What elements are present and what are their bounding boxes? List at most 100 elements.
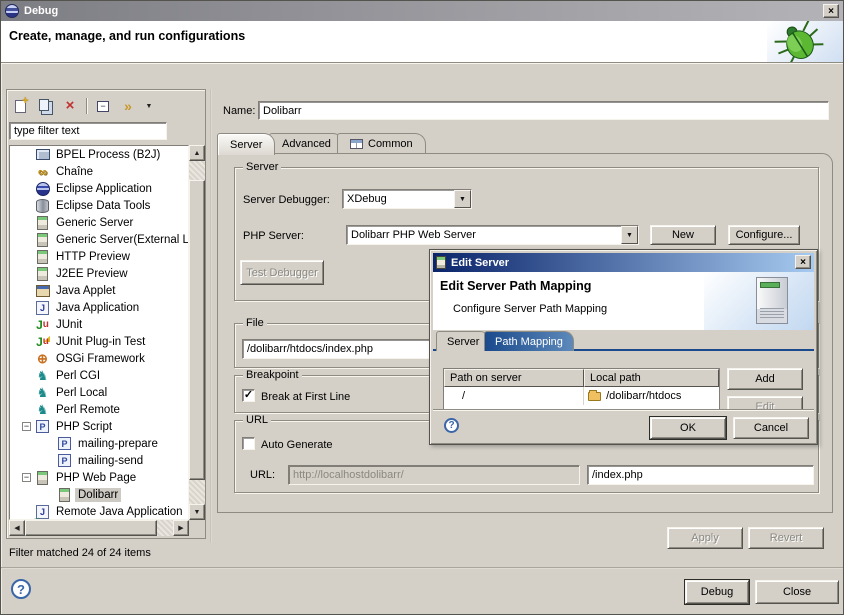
tab-server-label: Server — [230, 139, 262, 151]
chevron-down-icon[interactable] — [454, 190, 471, 208]
edit-server-tabrow: Server Path Mapping — [433, 331, 814, 351]
debug-button[interactable]: Debug — [685, 580, 749, 604]
apply-button[interactable]: Apply — [667, 527, 743, 549]
duplicate-config-button[interactable] — [36, 97, 54, 115]
tree-item[interactable]: Java Application — [10, 299, 188, 316]
local-path-column-header[interactable]: Local path — [584, 369, 719, 387]
tree-scroll-left-button[interactable]: ◀ — [9, 520, 25, 536]
tree-scroll-right-button[interactable]: ▶ — [173, 520, 189, 536]
dialog-help-button[interactable]: ? — [444, 418, 459, 433]
server-debugger-select[interactable]: XDebug — [342, 189, 472, 209]
tree-item-icon — [57, 437, 72, 451]
dialog-tab-path-mapping[interactable]: Path Mapping — [484, 331, 574, 351]
cancel-button[interactable]: Cancel — [733, 417, 809, 439]
tree-scroll-up-button[interactable]: ▲ — [189, 145, 205, 161]
tree-item[interactable]: mailing-send — [10, 452, 188, 469]
tab-common-label: Common — [368, 138, 413, 150]
new-config-button[interactable] — [11, 97, 29, 115]
tree-item[interactable]: Perl Remote — [10, 401, 188, 418]
tree-item-label: JUnit — [53, 318, 85, 332]
tree-item-icon — [35, 335, 50, 349]
filter-configs-button[interactable]: » — [119, 97, 137, 115]
delete-config-button[interactable]: × — [61, 97, 79, 115]
chevron-down-icon[interactable] — [621, 226, 638, 244]
revert-button[interactable]: Revert — [748, 527, 824, 549]
edit-mapping-button[interactable]: Edit — [727, 396, 803, 409]
auto-generate-checkbox[interactable] — [242, 437, 255, 450]
tree-item-icon — [57, 488, 72, 502]
filter-status-text: Filter matched 24 of 24 items — [9, 547, 151, 559]
tree-item[interactable]: Generic Server — [10, 214, 188, 231]
toolbar-separator — [86, 98, 87, 114]
config-name-input[interactable] — [258, 101, 829, 120]
tree-item[interactable]: BPEL Process (B2J) — [10, 146, 188, 163]
tree-item-icon — [35, 420, 50, 434]
tree-item[interactable]: − PHP Script — [10, 418, 188, 435]
window-close-button[interactable]: × — [823, 4, 839, 18]
tree-item[interactable]: OSGi Framework — [10, 350, 188, 367]
tree-item-icon — [35, 233, 50, 247]
tree-item[interactable]: HTTP Preview — [10, 248, 188, 265]
banner-graphic — [767, 21, 843, 62]
configure-server-button[interactable]: Configure... — [728, 225, 800, 245]
tree-item[interactable]: JUnit Plug-in Test — [10, 333, 188, 350]
url-file-input[interactable] — [587, 465, 814, 485]
tree-item-icon — [35, 199, 50, 213]
add-mapping-button[interactable]: Add — [727, 368, 803, 390]
new-server-button[interactable]: New — [650, 225, 716, 245]
edit-server-buttonbar: ? OK Cancel — [433, 409, 814, 442]
edit-server-close-button[interactable]: × — [795, 255, 811, 269]
server-group-title: Server — [243, 161, 281, 173]
path-on-server-column-header[interactable]: Path on server — [444, 369, 584, 387]
tree-item[interactable]: Chaîne — [10, 163, 188, 180]
tree-item[interactable]: Dolibarr — [10, 486, 188, 503]
tree-item[interactable]: Generic Server(External La — [10, 231, 188, 248]
tree-item-label: PHP Web Page — [53, 471, 139, 485]
tree-vscrollbar-thumb[interactable] — [189, 180, 205, 480]
help-button[interactable]: ? — [11, 579, 31, 599]
tree-item[interactable]: Perl Local — [10, 384, 188, 401]
mapping-row[interactable]: / /dolibarr/htdocs — [444, 387, 719, 405]
tree-item[interactable]: − PHP Web Page — [10, 469, 188, 486]
tree-hscrollbar-thumb[interactable] — [25, 520, 157, 536]
tree-item[interactable]: Eclipse Data Tools — [10, 197, 188, 214]
tree-item-icon — [57, 454, 72, 468]
tree-item[interactable]: Java Applet — [10, 282, 188, 299]
tree-item-icon — [35, 369, 50, 383]
tree-item[interactable]: JUnit — [10, 316, 188, 333]
dialog-tab-server-label: Server — [447, 336, 479, 348]
tree-item-label: Generic Server(External La — [53, 233, 189, 247]
tree-expander-icon[interactable]: − — [22, 473, 31, 482]
tab-common[interactable]: Common — [337, 133, 426, 154]
edit-server-titlebar: Edit Server — [433, 253, 814, 272]
php-server-label: PHP Server: — [243, 230, 304, 242]
tree-item[interactable]: Perl CGI — [10, 367, 188, 384]
tree-expander-icon[interactable]: − — [22, 422, 31, 431]
tree-item[interactable]: J2EE Preview — [10, 265, 188, 282]
filter-menu-dropdown[interactable]: ▼ — [144, 97, 154, 115]
tree-item-icon — [35, 301, 50, 315]
mapping-table-body: / /dolibarr/htdocs — [444, 387, 719, 405]
server-icon — [436, 256, 446, 269]
edit-server-subheading: Configure Server Path Mapping — [453, 303, 607, 315]
test-debugger-button[interactable]: Test Debugger — [240, 260, 324, 285]
tree-item[interactable]: Eclipse Application — [10, 180, 188, 197]
break-first-line-checkbox[interactable]: ✓ — [242, 389, 255, 402]
tab-advanced[interactable]: Advanced — [269, 133, 344, 154]
tree-item[interactable]: mailing-prepare — [10, 435, 188, 452]
banner: Create, manage, and run configurations — [1, 21, 843, 63]
tree-item[interactable]: Remote Java Application — [10, 503, 188, 520]
tab-server[interactable]: Server — [217, 133, 275, 155]
close-button[interactable]: Close — [755, 580, 839, 604]
type-filter-input[interactable] — [9, 122, 167, 140]
tree-item-icon — [35, 403, 50, 417]
collapse-all-button[interactable]: − — [94, 97, 112, 115]
dialog-tab-server[interactable]: Server — [436, 331, 490, 351]
folder-icon — [588, 392, 601, 401]
php-server-select[interactable]: Dolibarr PHP Web Server — [346, 225, 639, 245]
tree-scroll-down-button[interactable]: ▼ — [189, 504, 205, 520]
edit-server-dialog: Edit Server × Edit Server Path Mapping C… — [429, 249, 818, 445]
tree-item-label: Eclipse Application — [53, 182, 155, 196]
panel-sash[interactable] — [210, 89, 212, 543]
ok-button[interactable]: OK — [650, 417, 726, 439]
